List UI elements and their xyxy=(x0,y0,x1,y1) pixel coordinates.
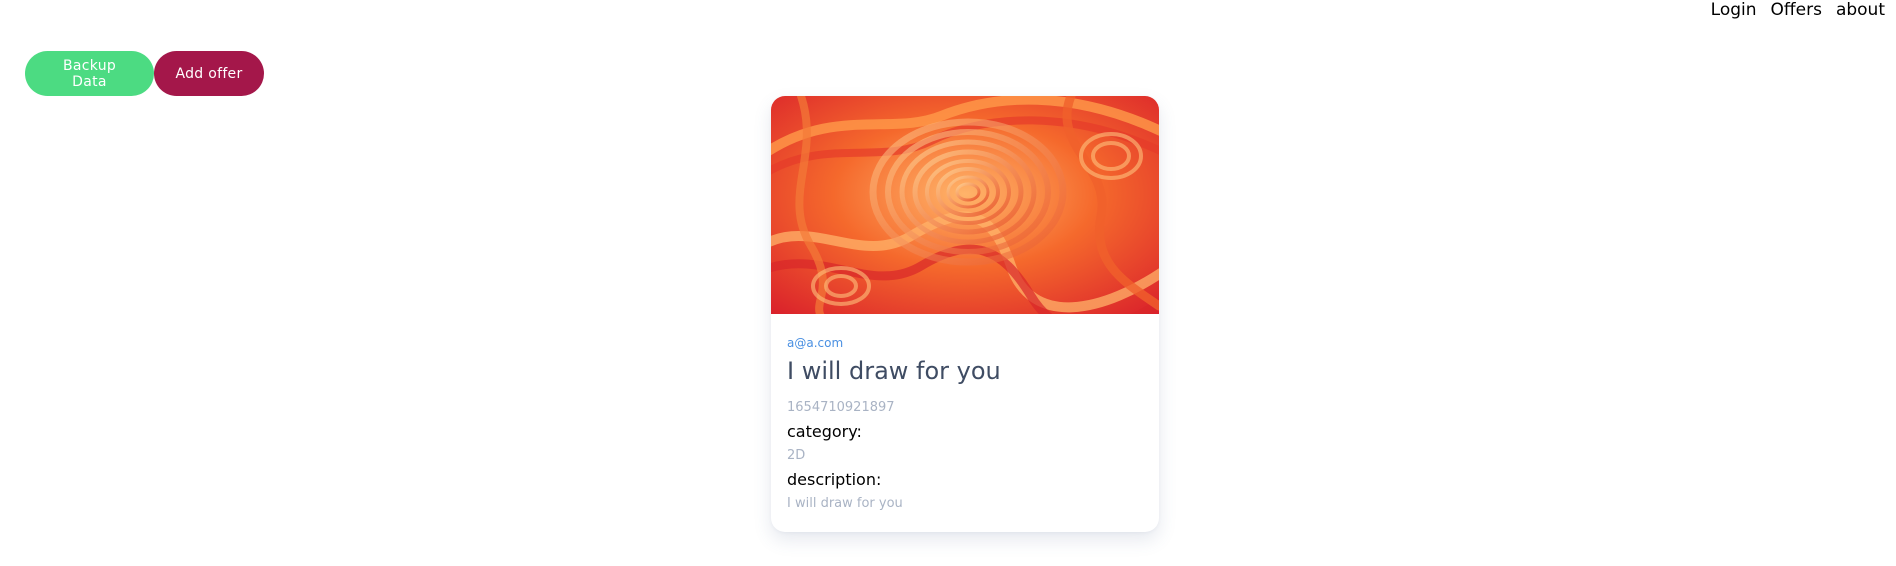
offer-category: 2D xyxy=(787,448,806,463)
offer-description: I will draw for you xyxy=(787,496,903,511)
offer-id: 1654710921897 xyxy=(787,400,895,415)
action-bar: Backup Data Add offer xyxy=(25,51,264,96)
add-offer-button[interactable]: Add offer xyxy=(154,51,264,96)
backup-data-button[interactable]: Backup Data xyxy=(25,51,154,96)
category-label: category: xyxy=(787,422,862,441)
offer-owner-email: a@a.com xyxy=(787,336,844,350)
description-label: description: xyxy=(787,470,882,489)
offer-card-body: a@a.com I will draw for you 165471092189… xyxy=(771,314,1159,512)
offer-image xyxy=(771,96,1159,314)
top-nav: Login Offers about xyxy=(1711,0,1885,20)
nav-offers-link[interactable]: Offers xyxy=(1771,1,1822,19)
nav-about-link[interactable]: about xyxy=(1836,1,1885,19)
offer-title: I will draw for you xyxy=(787,357,1001,385)
nav-login-link[interactable]: Login xyxy=(1711,1,1757,19)
offer-card[interactable]: a@a.com I will draw for you 165471092189… xyxy=(771,96,1159,532)
